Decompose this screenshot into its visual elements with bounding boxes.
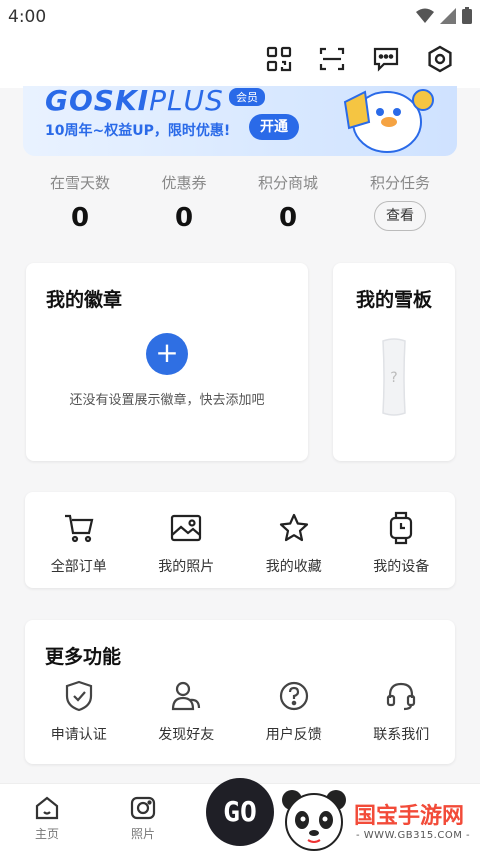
watermark-name: 国宝手游网: [354, 804, 465, 829]
panda-logo: [282, 790, 346, 851]
nav-photos[interactable]: 照片: [113, 794, 173, 842]
more-functions-title: 更多功能: [45, 646, 122, 668]
promo-text: 10周年~权益UP，限时优惠!: [45, 123, 231, 139]
home-icon: [35, 796, 59, 820]
badges-hint: 还没有设置展示徽章，快去添加吧: [69, 393, 265, 408]
plus-membership-banner[interactable]: GOSKIPLUS 会员 10周年~权益UP，限时优惠! 开通: [23, 86, 457, 156]
snowboard-icon: ?: [382, 338, 406, 416]
stat-points-tasks: 积分任务 查看: [345, 172, 455, 231]
open-membership-button[interactable]: 开通: [249, 114, 299, 140]
go-button[interactable]: GO: [206, 778, 274, 846]
badges-card: 我的徽章 + 还没有设置展示徽章，快去添加吧: [26, 263, 308, 461]
camera-icon: [130, 796, 156, 820]
svg-text:?: ?: [390, 370, 397, 386]
status-bar: 4:00: [0, 0, 480, 34]
member-tag: 会员: [229, 88, 265, 106]
quick-links-card: 全部订单 我的照片 我的收藏 我的设备: [25, 492, 455, 588]
cart-icon: [64, 514, 94, 543]
stats-row: 在雪天数 0 优惠券 0 积分商城 0 积分任务 查看: [0, 172, 480, 242]
nav-home[interactable]: 主页: [17, 794, 77, 842]
top-toolbar: [0, 34, 480, 88]
my-devices-item[interactable]: 我的设备: [348, 508, 456, 576]
shield-check-icon: [65, 680, 92, 712]
settings-icon[interactable]: [425, 44, 455, 74]
status-time: 4:00: [8, 7, 47, 27]
help-icon: [279, 681, 308, 711]
star-icon: [279, 513, 308, 542]
my-photos-item[interactable]: 我的照片: [133, 508, 241, 576]
status-icons: [416, 7, 472, 24]
user-feedback-item[interactable]: 用户反馈: [240, 676, 348, 744]
scan-icon[interactable]: [317, 44, 347, 74]
view-tasks-button[interactable]: 查看: [374, 201, 426, 231]
watch-icon: [390, 511, 413, 545]
my-favorites-item[interactable]: 我的收藏: [240, 508, 348, 576]
qr-code-icon[interactable]: [264, 44, 294, 74]
find-friends-item[interactable]: 发现好友: [133, 676, 241, 744]
photo-icon: [171, 514, 202, 542]
watermark-url: - WWW.GB315.COM -: [356, 830, 471, 841]
contact-us-item[interactable]: 联系我们: [348, 676, 456, 744]
goski-plus-logo: GOSKIPLUS: [45, 86, 224, 117]
stat-coupons[interactable]: 优惠券 0: [129, 172, 239, 233]
apply-certification-item[interactable]: 申请认证: [25, 676, 133, 744]
message-icon[interactable]: [371, 44, 401, 74]
signal-icon: [440, 7, 456, 24]
mascot-illustration: [343, 89, 434, 153]
stat-snow-days[interactable]: 在雪天数 0: [25, 172, 135, 233]
battery-icon: [462, 7, 472, 24]
more-functions-card: 更多功能 申请认证 发现好友 用户反馈 联系我们: [25, 620, 455, 764]
badges-title: 我的徽章: [46, 289, 123, 311]
stat-points-mall[interactable]: 积分商城 0: [233, 172, 343, 233]
wifi-icon: [416, 8, 434, 23]
snowboard-title: 我的雪板: [355, 289, 432, 311]
headset-icon: [387, 682, 416, 711]
add-badge-button[interactable]: +: [146, 333, 188, 375]
all-orders-item[interactable]: 全部订单: [25, 508, 133, 576]
friends-icon: [172, 681, 201, 711]
snowboard-card[interactable]: 我的雪板 ?: [333, 263, 455, 461]
watermark: 国宝手游网 - WWW.GB315.COM -: [276, 786, 480, 853]
